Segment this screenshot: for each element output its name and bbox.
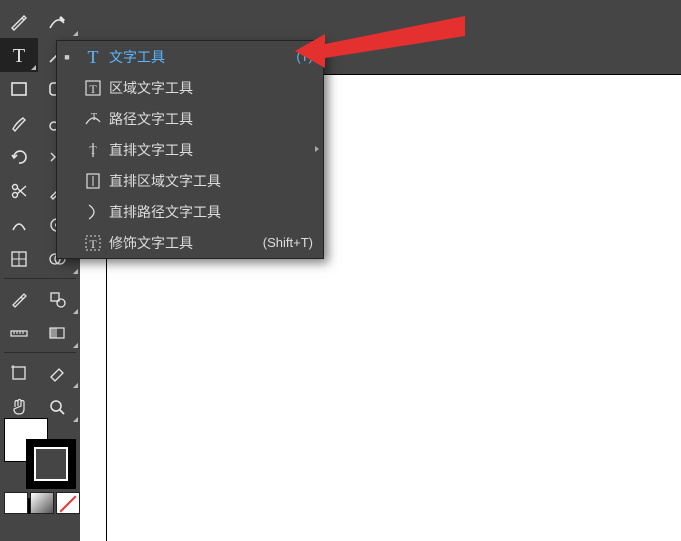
zoom-icon <box>47 397 67 417</box>
tool-separator <box>4 352 76 353</box>
color-gradient[interactable] <box>30 492 54 514</box>
svg-text:T: T <box>13 45 25 66</box>
curvature-pen-icon <box>47 11 67 31</box>
tool-row <box>0 4 80 38</box>
flyout-item-type[interactable]: ■ T 文字工具 (T) <box>57 41 323 72</box>
tool-separator <box>4 278 76 279</box>
type-T-icon: T <box>77 47 109 67</box>
flyout-item-vertical-area-type[interactable]: 直排区域文字工具 <box>57 165 323 196</box>
curvature-pen-tool[interactable] <box>38 4 76 38</box>
liveshape-icon <box>47 289 67 309</box>
svg-text:T: T <box>89 143 97 157</box>
artboard-icon <box>9 363 29 383</box>
svg-text:T: T <box>89 237 97 251</box>
gradient-tool[interactable] <box>38 316 76 350</box>
warp-tool[interactable] <box>0 208 38 242</box>
liveshape-tool[interactable] <box>38 282 76 316</box>
flyout-label: 直排文字工具 <box>109 140 243 160</box>
hand-icon <box>9 397 29 417</box>
mesh-tool[interactable] <box>0 242 38 276</box>
scissors-icon <box>9 181 29 201</box>
flyout-label: 直排路径文字工具 <box>109 202 243 222</box>
type-tool-flyout: ■ T 文字工具 (T) T 区域文字工具 T 路径文字工具 T 直排文字工具 … <box>56 40 324 259</box>
color-mode-row <box>4 492 80 514</box>
flyout-item-vertical-type[interactable]: T 直排文字工具 <box>57 134 323 165</box>
flyout-shortcut: (Shift+T) <box>243 235 323 250</box>
vert-path-type-icon <box>77 202 109 222</box>
rectangle-icon <box>9 79 29 99</box>
paintbrush-icon <box>9 113 29 133</box>
rectangle-tool[interactable] <box>0 72 38 106</box>
svg-text:T: T <box>88 47 99 67</box>
paintbrush-tool[interactable] <box>0 106 38 140</box>
eyedropper-icon <box>9 289 29 309</box>
flyout-item-area-type[interactable]: T 区域文字工具 <box>57 72 323 103</box>
type-tool[interactable]: T <box>0 38 38 72</box>
tool-row <box>0 356 80 390</box>
eyedropper-tool[interactable] <box>0 282 38 316</box>
flyout-label: 路径文字工具 <box>109 109 243 129</box>
warp-icon <box>9 215 29 235</box>
active-dot-icon: ■ <box>57 52 77 62</box>
gradient-icon <box>47 323 67 343</box>
measure-icon <box>9 323 29 343</box>
mesh-icon <box>9 249 29 269</box>
vert-type-icon: T <box>77 140 109 160</box>
flyout-label: 区域文字工具 <box>109 78 243 98</box>
pen-icon <box>9 11 29 31</box>
touch-type-icon: T <box>77 233 109 253</box>
eraser-icon <box>47 363 67 383</box>
eraser-tool[interactable] <box>38 356 76 390</box>
rotate-icon <box>9 147 29 167</box>
flyout-item-path-type[interactable]: T 路径文字工具 <box>57 103 323 134</box>
flyout-label: 文字工具 <box>109 47 243 67</box>
rotate-tool[interactable] <box>0 140 38 174</box>
svg-text:T: T <box>91 112 97 123</box>
flyout-label: 修饰文字工具 <box>109 233 243 253</box>
flyout-label: 直排区域文字工具 <box>109 171 243 191</box>
stroke-swatch[interactable] <box>26 439 76 489</box>
tool-row <box>0 316 80 350</box>
color-swatch-area <box>0 415 80 503</box>
color-solid[interactable] <box>4 492 28 514</box>
submenu-arrow-icon <box>315 146 319 152</box>
svg-text:T: T <box>89 82 97 96</box>
artboard-tool[interactable] <box>0 356 38 390</box>
pen-tool[interactable] <box>0 4 38 38</box>
color-none[interactable] <box>56 492 80 514</box>
vert-area-type-icon <box>77 171 109 191</box>
flyout-item-vertical-path-type[interactable]: 直排路径文字工具 <box>57 196 323 227</box>
flyout-shortcut: (T) <box>243 49 323 64</box>
path-type-icon: T <box>77 109 109 129</box>
area-type-icon: T <box>77 78 109 98</box>
measure-tool[interactable] <box>0 316 38 350</box>
type-icon: T <box>8 44 30 66</box>
tool-row <box>0 282 80 316</box>
scissors-tool[interactable] <box>0 174 38 208</box>
flyout-item-touch-type[interactable]: T 修饰文字工具 (Shift+T) <box>57 227 323 258</box>
